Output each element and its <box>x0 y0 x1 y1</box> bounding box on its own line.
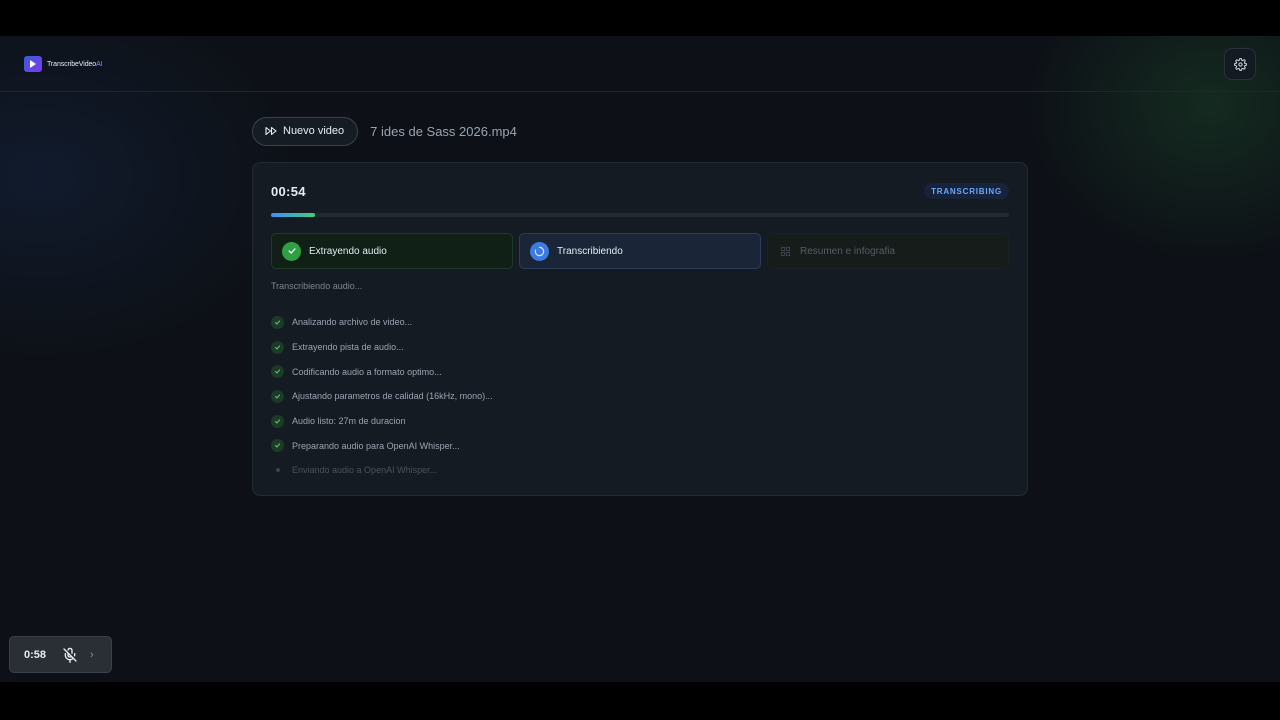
status-badge: TRANSCRIBING <box>924 183 1009 199</box>
step-extract-audio: Extrayendo audio <box>271 233 513 269</box>
new-video-button[interactable]: Nuevo video <box>252 116 359 146</box>
log-text: Enviando audio a OpenAI Whisper... <box>292 465 438 476</box>
check-icon <box>271 315 284 329</box>
spinner-icon <box>530 241 549 261</box>
chevron-right-icon[interactable]: › <box>90 649 94 661</box>
log-item-pending: Enviando audio a OpenAI Whisper... <box>271 458 493 483</box>
log-item: Codificando audio a formato optimo... <box>271 359 493 384</box>
logo-text: TranscribeVideoAI <box>47 60 103 68</box>
check-icon <box>271 414 284 428</box>
log-item: Ajustando parametros de calidad (16kHz, … <box>271 384 493 409</box>
new-video-label: Nuevo video <box>283 125 345 137</box>
mic-off-icon[interactable] <box>62 647 78 663</box>
progress-bar <box>271 213 1009 217</box>
fast-forward-icon <box>265 126 277 136</box>
log-item: Analizando archivo de video... <box>271 310 493 335</box>
check-icon <box>271 389 284 403</box>
check-icon <box>271 365 284 379</box>
log-text: Analizando archivo de video... <box>292 317 413 328</box>
app-logo[interactable]: TranscribeVideoAI <box>24 55 103 73</box>
elapsed-timer: 00:54 <box>271 184 306 199</box>
log-text: Extrayendo pista de audio... <box>292 342 404 353</box>
progress-log: Analizando archivo de video... Extrayend… <box>271 310 493 483</box>
recording-time: 0:58 <box>24 648 47 661</box>
current-phase-label: Transcribiendo audio... <box>271 281 363 291</box>
step-label: Resumen e infografia <box>800 245 896 257</box>
check-icon <box>282 241 301 261</box>
settings-button[interactable] <box>1224 48 1256 80</box>
pipeline-steps: Extrayendo audio Transcribiendo Resumen … <box>271 233 1009 269</box>
gear-icon <box>1233 57 1247 71</box>
grid-icon <box>778 244 792 258</box>
top-bar: TranscribeVideoAI <box>0 36 1280 92</box>
recording-widget[interactable]: 0:58 › <box>9 636 112 673</box>
log-item: Audio listo: 27m de duracion <box>271 409 493 434</box>
log-item: Extrayendo pista de audio... <box>271 335 493 360</box>
log-text: Preparando audio para OpenAI Whisper... <box>292 440 460 451</box>
step-label: Transcribiendo <box>557 245 623 257</box>
step-summary: Resumen e infografia <box>767 233 1009 269</box>
log-text: Codificando audio a formato optimo... <box>292 366 442 377</box>
log-item: Preparando audio para OpenAI Whisper... <box>271 433 493 458</box>
log-text: Audio listo: 27m de duracion <box>292 416 406 427</box>
video-header: Nuevo video 7 ides de Sass 2026.mp4 <box>252 116 517 146</box>
app-window: TranscribeVideoAI Nuevo video 7 ides de … <box>0 36 1280 682</box>
step-transcribe: Transcribiendo <box>519 233 761 269</box>
transcription-card: 00:54 TRANSCRIBING Extrayendo audio Tran… <box>252 162 1028 496</box>
pending-dot-icon <box>271 464 284 477</box>
progress-fill <box>271 213 316 217</box>
video-filename: 7 ides de Sass 2026.mp4 <box>370 123 517 139</box>
check-icon <box>271 439 284 453</box>
log-text: Ajustando parametros de calidad (16kHz, … <box>292 391 493 402</box>
step-label: Extrayendo audio <box>309 245 387 257</box>
check-icon <box>271 340 284 354</box>
logo-icon <box>24 56 42 72</box>
